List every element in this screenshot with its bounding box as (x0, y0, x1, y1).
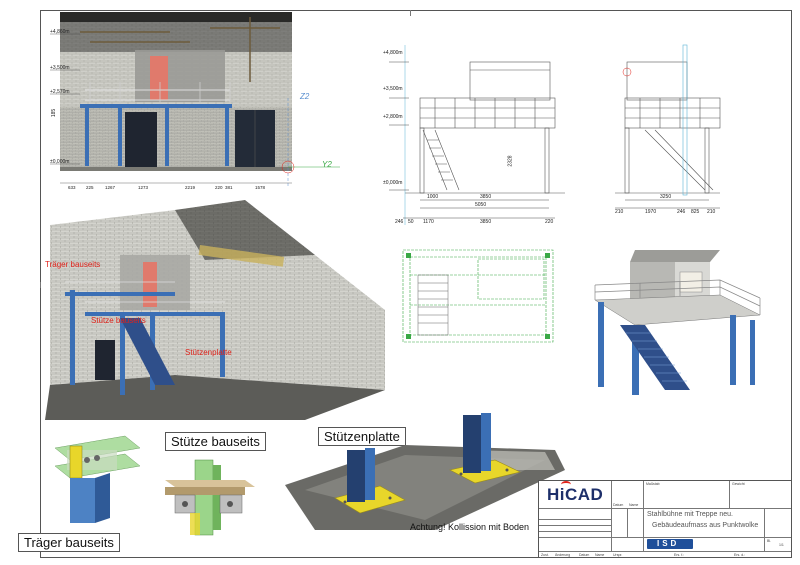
massstab-label: Maßstab (646, 482, 660, 486)
front-dim: 220 (545, 219, 554, 225)
dim-value: 1578 (255, 185, 266, 190)
side-drawing-svg (615, 44, 721, 209)
front-level: +2,800m (383, 114, 403, 120)
front-dim: 1170 (423, 219, 434, 225)
isd-logo: ISD (647, 539, 693, 549)
dim-value: 1267 (105, 185, 116, 190)
front-dim: 50 (408, 219, 414, 225)
gewicht-label: Gewicht (732, 482, 745, 486)
detail-stuetze-panel (160, 455, 260, 540)
title-block: HiCAD Maßstab Gewicht Datum Name Stahlbü… (538, 480, 792, 558)
axis-label-y2: Y2 (322, 160, 332, 169)
dim-value: 225 (86, 185, 94, 190)
iso-render-svg (594, 250, 761, 395)
side-dim: 1970 (645, 209, 657, 215)
iso-render-panel (580, 240, 765, 400)
detail-stuetze-svg (165, 459, 255, 536)
hicad-logo-mark (561, 481, 571, 488)
datum-label: Datum (613, 503, 624, 507)
side-dim: 3250 (660, 194, 672, 200)
dim-value: 2219 (185, 185, 196, 190)
side-dim: 825 (691, 209, 700, 215)
pointcloud-3d-panel: Träger bauseits Stütze bauseits Stützenp… (45, 200, 395, 420)
footer-datum: Datum (579, 553, 590, 557)
label-traeger: Träger bauseits (45, 260, 101, 269)
detail-stuetzenplatte-svg (285, 413, 565, 530)
front-dim: 5050 (475, 202, 487, 208)
sheet-number: 1/1 (779, 543, 784, 547)
footer-name: Name (595, 553, 605, 557)
frame-tick-left (40, 282, 41, 288)
front-dim-vert: 2328 (507, 155, 514, 167)
title-line-2: Gebäudeaufmass aus Punktwolke (652, 522, 759, 529)
blatt-label: Bl. (767, 539, 772, 543)
dim-value: 1273 (138, 185, 149, 190)
footer-aenderung: Änderung (555, 553, 571, 557)
footer-ers-d: Ers. d.: (734, 553, 746, 557)
detail-traeger-panel (45, 428, 145, 528)
footer-ers-f: Ers. f.: (674, 553, 685, 557)
name-label: Name (629, 503, 639, 507)
side-dim: 210 (707, 209, 716, 215)
side-dim: 246 (677, 209, 686, 215)
level-label: +4,860m (50, 29, 70, 35)
dim-side: 185 (51, 108, 58, 118)
detail-traeger-svg (54, 435, 141, 523)
footer-zust: Zust. (541, 553, 549, 557)
hicad-logo: HiCAD (547, 485, 603, 505)
collision-note: Achtung! Kollission mit Boden (410, 522, 530, 532)
hicad-logo-text: HiCAD (547, 485, 604, 504)
front-dim: 3850 (480, 219, 492, 225)
dim-value: 220 (215, 185, 223, 190)
level-label: +3,500m (50, 65, 70, 71)
plan-view-svg (402, 249, 554, 343)
level-label: +2,570m (50, 89, 70, 95)
front-level: +3,500m (383, 86, 403, 92)
pointcloud-3d-svg (45, 200, 385, 420)
label-stuetzenplatte: Stützenplatte (185, 348, 232, 357)
side-drawing-panel: 3250 210 1970 246 825 210 (605, 40, 725, 230)
axis-label-z2: Z2 (300, 92, 310, 101)
label-stuetze: Stütze bauseits (91, 316, 146, 325)
elevation-photo-panel: +4,860m +3,500m +2,570m ±0,000m 185 Z2 Y… (50, 12, 340, 192)
front-dim: 3850 (480, 194, 492, 200)
front-drawing-panel: +4,800m +3,500m +2,800m ±0,000m 1000 385… (375, 40, 575, 230)
elevation-photo-svg (50, 12, 340, 187)
front-dim: 1000 (427, 194, 439, 200)
level-label: ±0,000m (50, 159, 70, 165)
dim-value: 633 (68, 185, 76, 190)
dim-value: 381 (225, 185, 233, 190)
front-dim: 246 (395, 219, 404, 225)
frame-tick-top (410, 10, 411, 16)
footer-urspr: Urspr. (613, 553, 623, 557)
side-dim: 210 (615, 209, 624, 215)
isd-logo-text: ISD (657, 539, 680, 548)
platform-beam (80, 104, 232, 108)
detail-stuetzenplatte-panel: Achtung! Kollission mit Boden (285, 410, 565, 535)
detail-traeger-label: Träger bauseits (18, 533, 120, 552)
front-level: ±0,000m (383, 180, 403, 186)
detail-stuetze-label: Stütze bauseits (165, 432, 266, 451)
title-line-1: Stahlbühne mit Treppe neu. (647, 511, 734, 518)
plan-view-panel (398, 245, 558, 345)
front-level: +4,800m (383, 50, 403, 56)
